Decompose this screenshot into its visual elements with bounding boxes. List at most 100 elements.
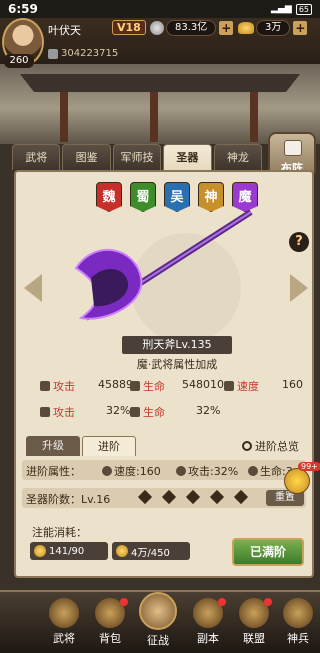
stat-row-percent: 攻击 32% 生命 32% xyxy=(26,404,306,420)
status-icons: ▂▄▆ 65 xyxy=(271,3,312,15)
stage-diamond xyxy=(185,489,201,505)
attack-chip: 攻击:32% xyxy=(176,463,238,479)
nav-divine-weapon-label: 神兵 xyxy=(287,632,309,645)
bottom-navigation: 武将 背包 征战 副本 联盟 神兵 xyxy=(0,590,320,653)
artifact-panel: 魏 蜀 吴 神 魔 ? 刑天斧Lv.135 魔·武将属性加成 攻击 45889 … xyxy=(14,170,320,578)
nav-generals[interactable]: 武将 xyxy=(44,598,84,646)
silver-coin-icon xyxy=(150,21,164,35)
tab-codex[interactable]: 图鉴 xyxy=(62,144,111,170)
hp-icon xyxy=(130,381,140,391)
advance-section: 进阶属性： 速度:160 攻击:32% 生命:3 圣器阶数：Lv.16 重置 xyxy=(22,458,310,518)
stage-diamond xyxy=(137,489,153,505)
stat-hp-pct-value: 32% xyxy=(196,404,221,417)
chat-badge: 99+ xyxy=(298,462,320,471)
artifact-stage: 圣器阶数：Lv.16 重置 xyxy=(22,488,306,508)
attack-icon xyxy=(40,381,50,391)
player-name: 叶伏天 xyxy=(48,24,81,37)
cost-item-material: 141/90 xyxy=(30,542,108,560)
silver-coin-icon xyxy=(116,545,128,557)
artifact-stage-title: 圣器阶数：Lv.16 xyxy=(26,493,111,506)
advance-overview-link[interactable]: 进阶总览 xyxy=(242,438,299,454)
id-icon xyxy=(48,48,58,59)
ingot-icon xyxy=(238,22,254,34)
nav-divine-weapon[interactable]: 神兵 xyxy=(278,598,318,646)
tab-generals[interactable]: 武将 xyxy=(12,144,61,170)
tab-advance[interactable]: 进阶 xyxy=(82,436,136,456)
ingot-amount: 3万 xyxy=(256,20,291,36)
nav-generals-label: 武将 xyxy=(53,632,75,645)
nav-alliance[interactable]: 联盟 xyxy=(234,598,274,646)
ingot-currency: 3万 + xyxy=(238,20,308,36)
notification-dot xyxy=(218,598,226,606)
hp-icon xyxy=(130,407,140,417)
speed-chip: 速度:160 xyxy=(102,463,161,479)
notification-dot xyxy=(264,598,272,606)
advance-overview-label: 进阶总览 xyxy=(255,440,299,453)
generals-icon xyxy=(49,598,79,628)
tab-divine-dragon[interactable]: 神龙 xyxy=(213,144,263,170)
stat-hp: 生命 xyxy=(130,378,165,394)
nav-bag[interactable]: 背包 xyxy=(90,598,130,646)
silver-currency: 83.3亿 + xyxy=(150,20,234,36)
attack-icon xyxy=(176,466,186,476)
stage-diamond xyxy=(161,489,177,505)
stat-hp-label: 生命 xyxy=(143,380,165,393)
status-time: 6:59 xyxy=(8,2,38,16)
nav-dungeon[interactable]: 副本 xyxy=(188,598,228,646)
weapon-name: 刑天斧Lv.135 xyxy=(122,336,232,354)
signal-icon: ▂▄▆ xyxy=(271,4,292,14)
palace-roof xyxy=(20,74,300,92)
attack-chip-label: 攻击:32% xyxy=(188,465,239,478)
stage-diamonds xyxy=(137,489,249,505)
stat-hp-value: 548010 xyxy=(182,378,224,391)
add-ingot-button[interactable]: + xyxy=(293,21,308,35)
speed-icon xyxy=(224,381,234,391)
main-tabs: 武将 图鉴 军师技 圣器 神龙 xyxy=(12,144,263,170)
divine-weapon-icon xyxy=(283,598,313,628)
nav-campaign-label: 征战 xyxy=(147,634,169,647)
stat-hp-pct-label: 生命 xyxy=(143,406,165,419)
maxed-button[interactable]: 已满阶 xyxy=(232,538,304,566)
vip-badge[interactable]: V18 xyxy=(112,20,146,35)
player-id-value: 304223715 xyxy=(61,48,119,59)
cost-title: 注能消耗： xyxy=(32,526,87,539)
palace-pillar xyxy=(150,92,158,142)
advance-attributes-title: 进阶属性： xyxy=(26,465,81,478)
palace-pillar xyxy=(250,92,258,142)
stage-diamond xyxy=(233,489,249,505)
stage-diamond xyxy=(209,489,225,505)
tab-strategist-skill[interactable]: 军师技 xyxy=(112,144,162,170)
add-silver-button[interactable]: + xyxy=(219,21,234,35)
weapon-backdrop-circle xyxy=(131,233,241,338)
search-icon xyxy=(242,441,252,451)
nav-campaign[interactable]: 征战 xyxy=(138,592,178,648)
next-arrow-button[interactable] xyxy=(290,274,308,302)
weapon-description: 魔·武将属性加成 xyxy=(136,358,218,371)
stat-attack-pct-value: 32% xyxy=(106,404,131,417)
chat-icon[interactable] xyxy=(284,468,310,494)
help-button[interactable]: ? xyxy=(289,232,309,252)
stat-speed: 速度 xyxy=(224,378,259,394)
stat-hp-pct: 生命 xyxy=(130,404,165,420)
stat-attack-pct-label: 攻击 xyxy=(53,406,75,419)
tab-upgrade[interactable]: 升级 xyxy=(26,436,80,456)
nav-bag-label: 背包 xyxy=(99,632,121,645)
player-level: 260 xyxy=(4,54,34,68)
battery-icon: 65 xyxy=(295,3,312,15)
upgrade-tabs: 升级 进阶 xyxy=(26,436,136,456)
stat-speed-label: 速度 xyxy=(237,380,259,393)
nav-alliance-label: 联盟 xyxy=(243,632,265,645)
stat-attack-value: 45889 xyxy=(98,378,133,391)
advance-attributes: 进阶属性： 速度:160 攻击:32% 生命:3 xyxy=(22,460,306,480)
attack-icon xyxy=(40,407,50,417)
stat-attack: 攻击 xyxy=(40,378,75,394)
dice-icon xyxy=(284,140,302,156)
hp-icon xyxy=(248,466,258,476)
tab-holy-artifact[interactable]: 圣器 xyxy=(163,144,212,170)
speed-icon xyxy=(102,466,112,476)
stat-attack-pct: 攻击 xyxy=(40,404,75,420)
player-id: 304223715 xyxy=(48,48,118,59)
nav-dungeon-label: 副本 xyxy=(197,632,219,645)
previous-arrow-button[interactable] xyxy=(24,274,42,302)
stat-speed-value: 160 xyxy=(282,378,303,391)
